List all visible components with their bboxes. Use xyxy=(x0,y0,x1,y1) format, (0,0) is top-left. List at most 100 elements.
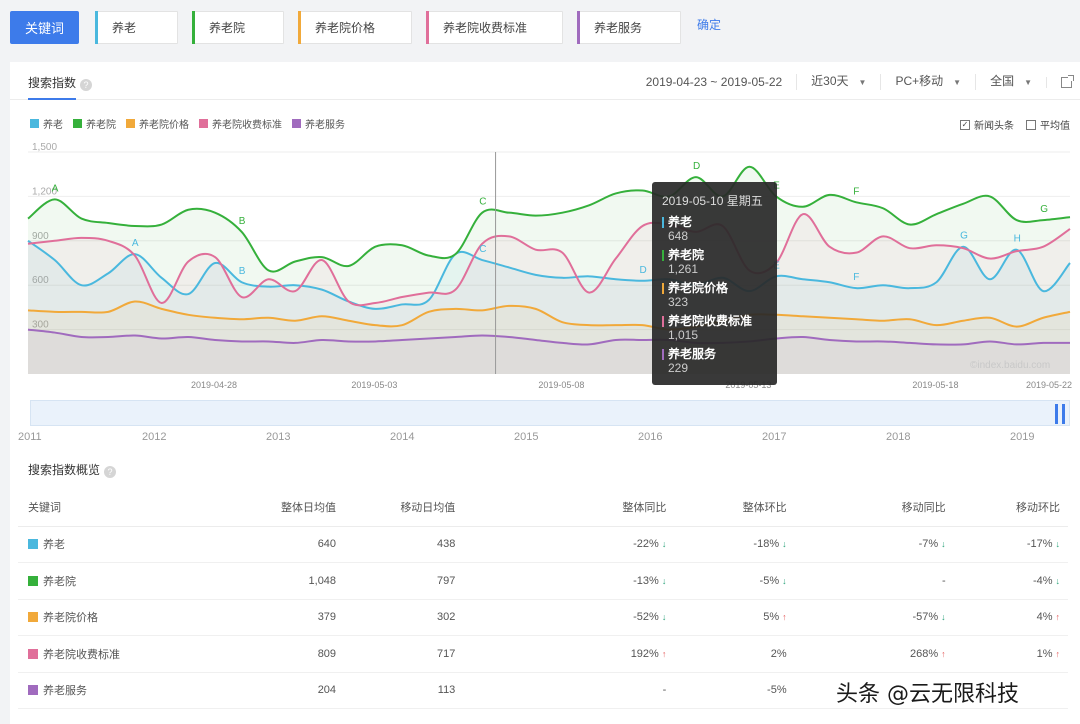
legend-item[interactable]: 养老 xyxy=(30,116,63,131)
x-tick-label: 2019-05-22 xyxy=(1026,380,1072,390)
cell-mobile: 797 xyxy=(336,562,456,600)
average-checkbox[interactable]: 平均值 xyxy=(1026,117,1070,132)
cell-value: 113 xyxy=(437,684,456,697)
keyword-color-bar xyxy=(192,10,195,44)
cell-mobile-yoy: -57% ↓ xyxy=(786,599,946,636)
cell-value: -18% xyxy=(753,538,780,551)
cell-value: 2% xyxy=(770,647,787,660)
watermark: 头条 @云无限科技 xyxy=(836,682,1019,707)
cell-mobile: 113 xyxy=(336,672,456,709)
keyword-tag-3[interactable]: 养老院价格 xyxy=(298,10,412,44)
legend-label: 养老院价格 xyxy=(139,120,189,131)
device-select[interactable]: PC+移动 ▼ xyxy=(880,74,975,90)
keyword-name: 养老 xyxy=(43,539,65,552)
date-range-picker[interactable]: 2019-04-23 ~ 2019-05-22 xyxy=(632,75,796,89)
region-text: 全国 xyxy=(990,74,1015,88)
cell-keyword: 养老院收费标准 xyxy=(18,635,192,673)
keyword-tag-4[interactable]: 养老院收费标准 xyxy=(426,10,563,44)
overview-title-text: 搜索指数概览 xyxy=(28,463,101,477)
col-total-yoy: 整体同比 xyxy=(455,488,667,527)
annotation-marker: A xyxy=(52,183,59,194)
arrow-up-icon: ↑ xyxy=(782,612,787,623)
timeline-year-label: 2016 xyxy=(638,431,663,443)
range-handle-left[interactable] xyxy=(1055,404,1058,424)
cell-mobile-yoy: -7% ↓ xyxy=(786,526,946,563)
keyword-color-swatch xyxy=(28,612,38,623)
annotation-marker: B xyxy=(239,216,246,227)
keyword-color-swatch xyxy=(28,648,38,659)
region-select[interactable]: 全国 ▼ xyxy=(975,74,1046,90)
keyword-color-bar xyxy=(426,10,429,44)
cell-value: -17% xyxy=(1026,538,1053,551)
tooltip-item: 养老院 1,261 xyxy=(662,248,777,276)
annotation-marker: G xyxy=(960,231,968,242)
cell-mobile-yoy: - xyxy=(786,562,946,600)
timeline-range-slider[interactable] xyxy=(30,400,1070,426)
cell-total: 640 xyxy=(191,526,337,563)
legend-item[interactable]: 养老院 xyxy=(73,116,116,131)
keyword-tag-5[interactable]: 养老服务 xyxy=(577,10,681,44)
tooltip-item-value: 323 xyxy=(668,295,689,309)
legend-swatch xyxy=(126,119,135,128)
annotation-marker: B xyxy=(239,266,246,277)
legend-item[interactable]: 养老院价格 xyxy=(126,116,189,131)
timeline-year-label: 2013 xyxy=(266,431,291,443)
keyword-name: 养老服务 xyxy=(43,685,87,698)
chart-watermark: ©index.baidu.com xyxy=(970,360,1050,371)
col-total-mom: 整体环比 xyxy=(666,488,787,527)
keyword-tag-label: 养老院 xyxy=(209,20,246,35)
confirm-link[interactable]: 确定 xyxy=(697,16,721,33)
col-mobile-yoy: 移动同比 xyxy=(786,488,946,527)
search-index-line-chart[interactable]: 1,5001,2009006003002019-04-28 2019-05-03 2… xyxy=(10,142,1080,392)
cell-value: 204 xyxy=(317,684,337,697)
arrow-up-icon: ↑ xyxy=(941,648,946,659)
arrow-down-icon: ↓ xyxy=(941,612,946,623)
keyword-tag-1[interactable]: 养老 xyxy=(95,10,178,44)
help-icon[interactable]: ? xyxy=(104,466,117,478)
period-select[interactable]: 近30天 ▼ xyxy=(796,74,880,90)
timeline-year-label: 2017 xyxy=(762,431,787,443)
arrow-down-icon: ↓ xyxy=(661,539,667,550)
date-range-text: 2019-04-23 ~ 2019-05-22 xyxy=(645,75,783,89)
tooltip-item-name: 养老 xyxy=(668,215,693,229)
cell-total-mom: -5% xyxy=(666,672,787,709)
tooltip-item-value: 648 xyxy=(668,229,689,243)
cell-total: 379 xyxy=(191,599,337,636)
cell-total-mom: -18% ↓ xyxy=(666,526,787,563)
cell-mobile-mom: 4% ↑ xyxy=(945,599,1068,636)
cell-mobile-mom: 1% ↑ xyxy=(945,635,1068,673)
export-button[interactable] xyxy=(1046,74,1080,88)
cell-value: - xyxy=(941,574,946,587)
keyword-color-swatch xyxy=(28,575,38,586)
tooltip-item-name: 养老院收费标准 xyxy=(668,314,753,328)
legend-label: 养老院 xyxy=(86,120,116,131)
tooltip-series-marker xyxy=(662,250,664,261)
chart-tooltip: 2019-05-10 星期五 养老 648 养老院 1,261 养老院价格 323 养… xyxy=(652,182,777,385)
x-tick-label: 2019-04-28 xyxy=(191,380,237,390)
news-checkbox[interactable]: ✓ 新闻头条 xyxy=(960,117,1014,132)
keyword-tag-2[interactable]: 养老院 xyxy=(192,10,284,44)
tab-search-index[interactable]: 搜索指数? xyxy=(28,74,93,91)
cell-value: 1% xyxy=(1036,647,1053,660)
help-icon[interactable]: ? xyxy=(80,79,93,91)
tooltip-series-marker xyxy=(662,349,664,360)
timeline-year-label: 2015 xyxy=(514,431,539,443)
keyword-bar: 关键词 养老 养老院 养老院价格 养老院收费标准 养老服务 确定 xyxy=(10,10,721,44)
cell-total-yoy: - xyxy=(455,672,667,709)
keyword-color-bar xyxy=(298,10,301,44)
search-index-panel: 搜索指数? 2019-04-23 ~ 2019-05-22 近30天 ▼ PC+移… xyxy=(10,62,1080,724)
tooltip-item-name: 养老院价格 xyxy=(668,281,729,295)
cell-total: 1,048 xyxy=(191,562,337,600)
caret-down-icon: ▼ xyxy=(953,78,962,87)
x-tick-label: 2019-05-08 xyxy=(538,380,584,390)
tooltip-item-name: 养老院 xyxy=(668,248,705,262)
legend-item[interactable]: 养老院收费标准 xyxy=(199,116,282,131)
keyword-main-button[interactable]: 关键词 xyxy=(10,10,79,44)
keyword-color-swatch xyxy=(28,685,38,696)
legend-item[interactable]: 养老服务 xyxy=(292,116,345,131)
range-handle-right[interactable] xyxy=(1062,404,1065,424)
filter-bar: 2019-04-23 ~ 2019-05-22 近30天 ▼ PC+移动 ▼ 全国 ▼ xyxy=(632,74,1080,90)
tab-label: 搜索指数 xyxy=(28,76,77,90)
keyword-tag-label: 养老 xyxy=(112,20,137,35)
tooltip-series-marker xyxy=(662,316,664,327)
